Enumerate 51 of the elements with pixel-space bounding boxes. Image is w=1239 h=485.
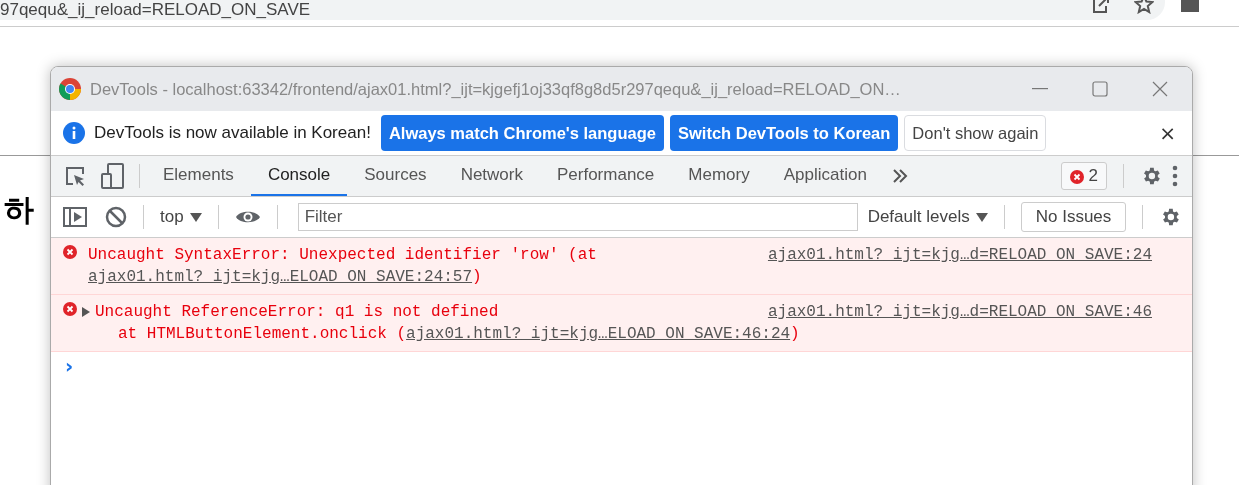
window-title: DevTools - localhost:63342/frontend/ajax01.html?_ijt=kjgefj1oj33qf8g8d5r297qequ&_ij_reload=RELOAD_ON… (90, 79, 902, 99)
circle-logo-icon (58, 77, 82, 101)
error-message: Uncaught SyntaxError: Unexpected identifier 'row' (at (88, 246, 597, 264)
error-icon (63, 302, 77, 316)
address-bar[interactable]: 97qequ&_ij_reload=RELOAD_ON_SAVE (0, 0, 1165, 20)
source-link[interactable]: ajax01.html?_ijt=kjg…d=RELOAD_ON_SAVE:46 (767, 301, 1152, 323)
close-icon[interactable] (1152, 81, 1168, 97)
issues-button[interactable]: No Issues (1020, 202, 1127, 232)
page-heading: 하 (4, 191, 34, 229)
error-icon (1069, 169, 1084, 184)
infobar-message: DevTools is now available in Korean! (94, 123, 371, 143)
infobar-button[interactable]: Don't show again (904, 115, 1047, 151)
sidebar-toggle-icon[interactable] (63, 207, 87, 227)
stack-frame-text: ) (790, 325, 800, 343)
panel-tab[interactable]: Console (250, 156, 348, 196)
log-levels-dropdown[interactable]: Default levels (867, 207, 988, 227)
context-dropdown[interactable]: top (160, 207, 202, 227)
panel-tab[interactable]: Memory (671, 156, 767, 196)
filter-field[interactable]: Filter (297, 203, 858, 231)
dropdown-arrow-icon (189, 212, 202, 222)
stack-link[interactable]: ajax01.html?_ijt=kjg…ELOAD_ON_SAVE:46:24 (406, 325, 791, 343)
maximize-icon[interactable] (1092, 81, 1108, 97)
error-message: Uncaught ReferenceError: q1 is not defined (95, 302, 499, 323)
address-text: 97qequ&_ij_reload=RELOAD_ON_SAVE (0, 0, 311, 20)
source-link[interactable]: ajax01.html?_ijt=kjg…ELOAD_ON_SAVE:24:57 (88, 268, 473, 286)
expand-triangle-icon[interactable] (82, 307, 90, 317)
clear-console-icon[interactable] (105, 206, 127, 228)
panel-tab[interactable]: Application (766, 156, 884, 196)
more-options-icon[interactable] (1172, 165, 1178, 187)
device-toggle-icon[interactable] (101, 163, 125, 189)
dropdown-arrow-icon (975, 212, 988, 222)
panel-tab[interactable]: Elements (146, 156, 251, 196)
stack-frame-text: at HTMLButtonElement.onclick ( (118, 325, 407, 343)
star-icon[interactable] (1134, 0, 1154, 14)
error-icon (63, 245, 77, 259)
panel-tab[interactable]: Performance (540, 156, 672, 196)
infobar-button[interactable]: Always match Chrome's language (380, 115, 664, 151)
eye-icon[interactable] (234, 209, 261, 225)
source-link[interactable]: ajax01.html?_ijt=kjg…d=RELOAD_ON_SAVE:24 (767, 244, 1152, 266)
console-prompt[interactable]: › (65, 354, 74, 378)
info-icon (63, 122, 85, 144)
close-button[interactable]: × (1159, 121, 1176, 145)
inspect-element-icon[interactable] (63, 164, 87, 188)
panel-tab[interactable]: Network (443, 156, 540, 196)
panel-tab[interactable]: Sources (347, 156, 444, 196)
minimize-icon[interactable] (1032, 88, 1048, 90)
more-tabs-icon[interactable] (891, 169, 908, 183)
share-icon[interactable] (1090, 0, 1110, 14)
infobar-button[interactable]: Switch DevTools to Korean (669, 115, 899, 151)
error-count-button[interactable]: 2 (1060, 162, 1107, 190)
error-message: ) (472, 268, 482, 286)
